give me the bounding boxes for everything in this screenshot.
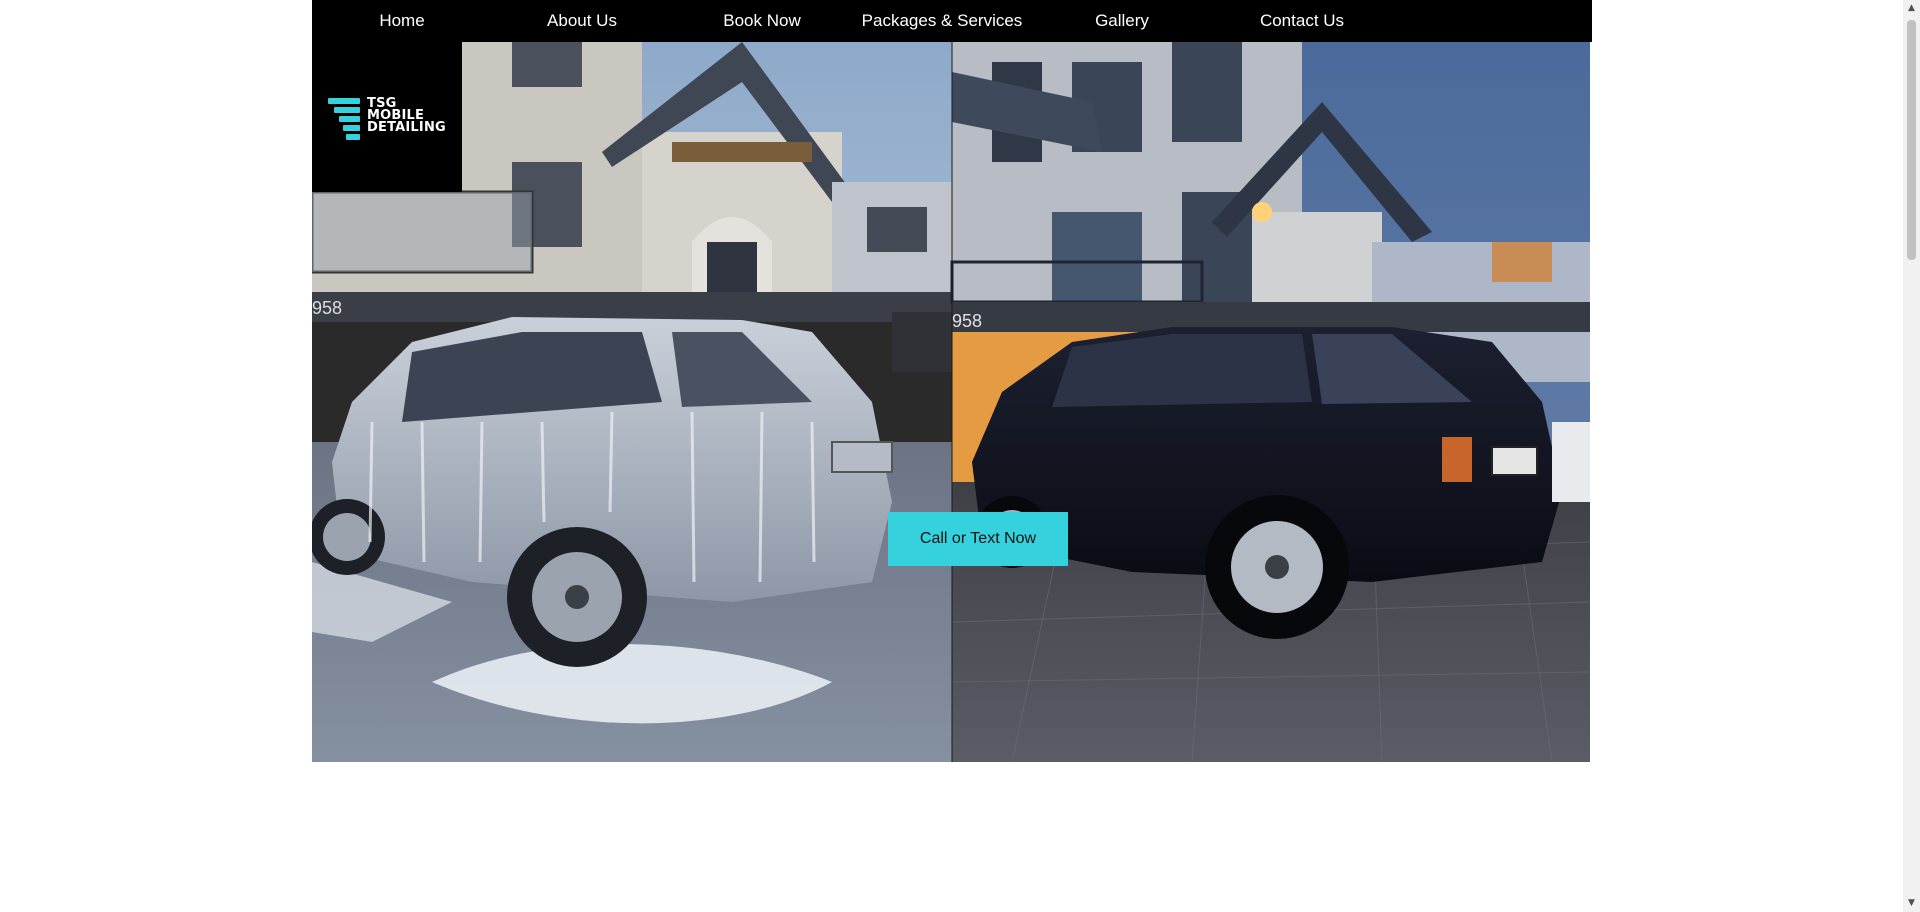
hero-banner: 958 958 — [312, 42, 1590, 762]
triangle-up-icon[interactable]: ▲ — [1903, 0, 1920, 17]
logo[interactable]: TSG MOBILE DETAILING — [312, 42, 462, 192]
stacked-stripes-logo-icon — [328, 98, 360, 140]
hero-image: 958 958 — [312, 42, 1590, 762]
main-nav: Home About Us Book Now Packages & Servic… — [312, 0, 1592, 42]
nav-home-link[interactable]: Home — [312, 0, 492, 42]
svg-text:958: 958 — [952, 311, 982, 331]
logo-wordmark: TSG MOBILE DETAILING — [367, 97, 446, 135]
call-or-text-button[interactable]: Call or Text Now — [888, 512, 1068, 566]
nav-gallery-link[interactable]: Gallery — [1032, 0, 1212, 42]
nav-packages-link[interactable]: Packages & Services — [852, 0, 1032, 42]
nav-contact-link[interactable]: Contact Us — [1212, 0, 1392, 42]
scrollbar-thumb[interactable] — [1907, 20, 1916, 260]
triangle-down-icon[interactable]: ▼ — [1903, 895, 1920, 912]
nav-about-link[interactable]: About Us — [492, 0, 672, 42]
logo-line-3: DETAILING — [367, 120, 446, 135]
nav-book-now-link[interactable]: Book Now — [672, 0, 852, 42]
vertical-scrollbar[interactable]: ▲ ▼ — [1903, 0, 1920, 912]
svg-text:958: 958 — [312, 298, 342, 318]
